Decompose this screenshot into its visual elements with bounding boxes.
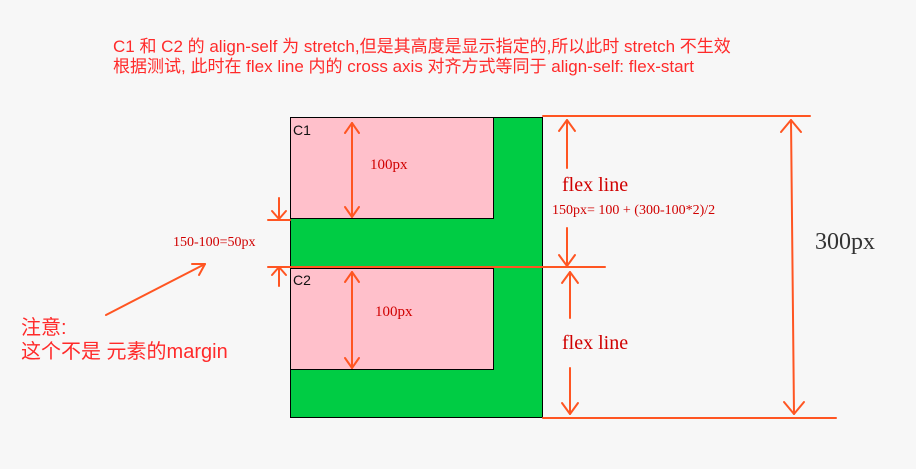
flex-item-c1-label: C1	[293, 122, 311, 138]
note-pointer-arrow	[105, 263, 206, 316]
gap-arrows	[267, 197, 291, 287]
flex-line-formula: 150px= 100 + (300-100*2)/2	[552, 203, 716, 218]
flex-item-c1-height-label: 100px	[370, 157, 408, 173]
flex-item-c2-label: C2	[293, 272, 311, 288]
header-note-line-1: C1 和 C2 的 align-self 为 stretch,但是其高度是显示指…	[113, 37, 731, 56]
side-note-line-1: 注意:	[21, 317, 67, 339]
side-note-line-2: 这个不是 元素的margin	[21, 341, 228, 363]
header-note-line-2: 根据测试, 此时在 flex line 内的 cross axis 对齐方式等同…	[113, 57, 694, 76]
flex-item-c2-height-label: 100px	[375, 304, 413, 320]
flex-line-top-label: flex line	[562, 174, 629, 196]
flex-line-bottom-label: flex line	[562, 332, 629, 354]
total-height-arrow	[780, 119, 805, 415]
diagram-canvas: C1 和 C2 的 align-self 为 stretch,但是其高度是显示指…	[0, 0, 916, 469]
gap-label: 150-100=50px	[173, 235, 256, 250]
total-height-label: 300px	[815, 229, 875, 255]
